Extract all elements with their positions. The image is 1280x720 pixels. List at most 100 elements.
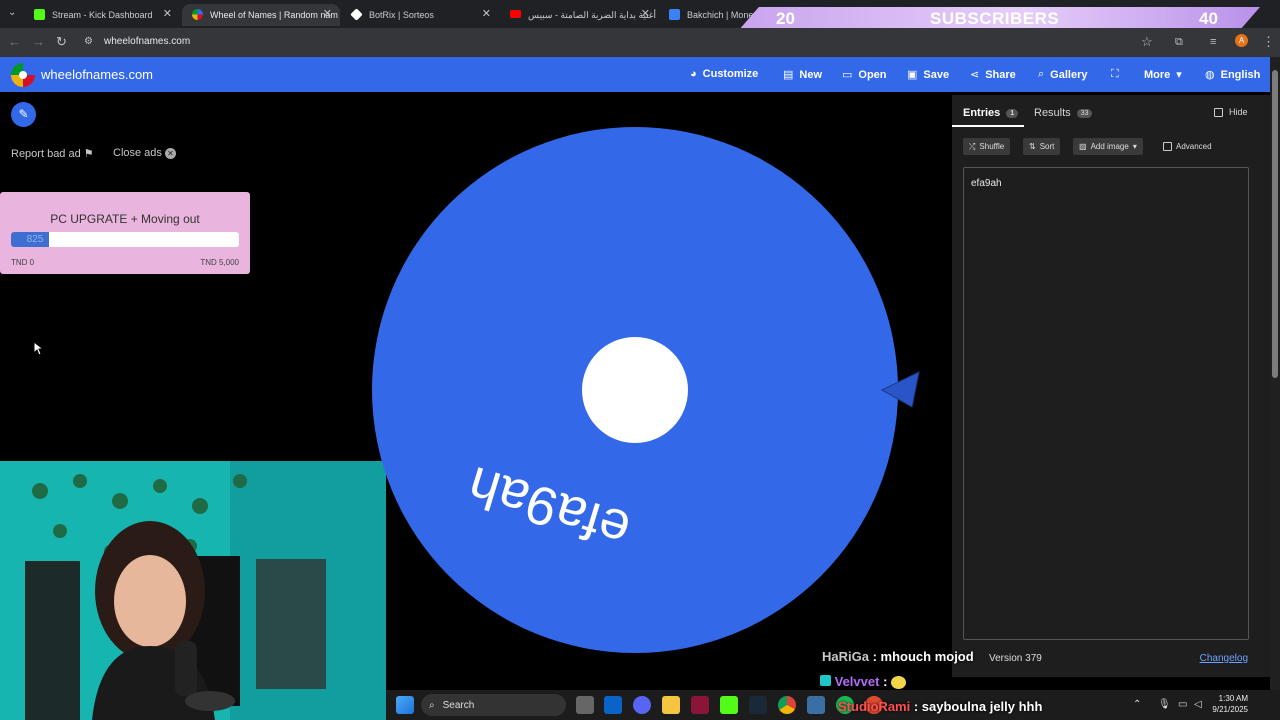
- clock-time: 1:30 AM: [1218, 694, 1248, 703]
- browser-toolbar: ← → ↻ ⚙ wheelofnames.com ☆ ⧉ ≡ A ⋮: [0, 28, 1280, 57]
- app-icon[interactable]: [807, 696, 825, 714]
- wheel-area[interactable]: efa9ah: [370, 124, 930, 659]
- add-image-label: Add image: [1090, 142, 1129, 151]
- site-info-icon[interactable]: ⚙: [84, 34, 93, 50]
- customize-button[interactable]: ◕ Customize: [690, 68, 758, 80]
- wheel-favicon-icon: [192, 9, 203, 20]
- reload-icon[interactable]: ↻: [56, 34, 67, 50]
- share-button[interactable]: ⋖ Share: [970, 68, 1016, 82]
- tab-search-icon[interactable]: ⌄: [8, 5, 16, 21]
- scrollbar-thumb[interactable]: [1272, 70, 1278, 378]
- new-label: New: [799, 68, 823, 81]
- chevron-down-icon: ▾: [1176, 69, 1182, 81]
- close-icon[interactable]: ✕: [482, 7, 491, 20]
- add-image-button[interactable]: ▨ Add image ▾: [1073, 138, 1143, 155]
- sort-label: Sort: [1039, 142, 1055, 151]
- open-button[interactable]: ▭ Open: [842, 68, 887, 82]
- steam-icon[interactable]: [749, 696, 767, 714]
- bookmark-star-icon[interactable]: ☆: [1141, 34, 1153, 50]
- wheel-logo-icon[interactable]: [11, 63, 35, 87]
- taskbar-search[interactable]: ⌕ Search: [421, 694, 566, 716]
- windows-taskbar: ⌕ Search ⌃ 🎙 ▭ ◁ 1:30 AM 9/21/2025: [386, 690, 1280, 720]
- report-bad-ad-link[interactable]: Report bad ad ⚑: [11, 147, 94, 160]
- more-label: More: [1144, 68, 1171, 81]
- new-button[interactable]: ▤ New: [783, 68, 823, 82]
- kick-icon[interactable]: [720, 696, 738, 714]
- tab-botrix[interactable]: BotRix | Sorteos ✕: [341, 4, 499, 26]
- hide-checkbox[interactable]: [1214, 107, 1223, 117]
- goal-min-label: TND 0: [11, 258, 35, 267]
- globe-icon: ◍: [1205, 69, 1215, 81]
- close-ads-link[interactable]: Close ads ✕: [113, 147, 176, 159]
- kick-favicon-icon: [34, 9, 45, 20]
- extensions-icon[interactable]: ⧉: [1175, 34, 1183, 50]
- language-label: English: [1220, 68, 1261, 81]
- chrome-icon[interactable]: [778, 696, 796, 714]
- goal-max-label: TND 5,000: [200, 258, 239, 267]
- more-button[interactable]: More ▾: [1144, 68, 1182, 82]
- save-label: Save: [923, 68, 950, 81]
- hide-toggle[interactable]: Hide: [1214, 107, 1248, 117]
- app-icon[interactable]: [691, 696, 709, 714]
- entries-tab-label: Entries: [963, 107, 1001, 119]
- volume-icon[interactable]: ◁: [1194, 697, 1202, 713]
- fullscreen-button[interactable]: ⛶: [1111, 68, 1119, 81]
- pencil-icon: ✎: [18, 107, 29, 121]
- emoji-icon: [891, 676, 907, 690]
- streamer-webcam: [0, 461, 386, 720]
- tab-results[interactable]: Results 33: [1034, 107, 1093, 119]
- discord-icon[interactable]: [633, 696, 651, 714]
- microphone-icon[interactable]: 🎙: [1158, 697, 1171, 713]
- address-bar[interactable]: wheelofnames.com: [104, 36, 190, 47]
- media-controls-icon[interactable]: ≡: [1210, 34, 1216, 50]
- results-count-badge: 33: [1076, 108, 1093, 118]
- chat-message: StudioRami : sayboulna jelly hhh: [838, 699, 1043, 714]
- close-icon[interactable]: ✕: [323, 7, 332, 20]
- entries-textarea[interactable]: efa9ah: [963, 167, 1249, 640]
- advanced-toggle[interactable]: Advanced: [1157, 138, 1218, 155]
- network-icon[interactable]: ▭: [1178, 697, 1187, 713]
- file-explorer-icon[interactable]: [662, 696, 680, 714]
- gallery-button[interactable]: ⌕ Gallery: [1038, 68, 1087, 81]
- customize-label: Customize: [702, 68, 759, 80]
- back-icon[interactable]: ←: [8, 34, 21, 50]
- spin-wheel[interactable]: efa9ah: [370, 124, 930, 659]
- forward-icon[interactable]: →: [32, 34, 45, 50]
- gallery-label: Gallery: [1050, 68, 1088, 81]
- browser-menu-icon[interactable]: ⋮: [1262, 34, 1275, 50]
- tray-chevron-icon[interactable]: ⌃: [1133, 697, 1141, 713]
- hide-label: Hide: [1229, 107, 1248, 117]
- botrix-favicon-icon: [350, 8, 363, 21]
- profile-avatar[interactable]: A: [1235, 34, 1248, 47]
- shuffle-button[interactable]: ⤮ Shuffle: [963, 138, 1011, 155]
- windows-start-icon[interactable]: [396, 696, 414, 714]
- close-icon[interactable]: ✕: [163, 7, 172, 20]
- close-icon[interactable]: ✕: [641, 7, 650, 20]
- tab-entries[interactable]: Entries 1: [963, 107, 1019, 119]
- task-view-icon[interactable]: [576, 696, 594, 714]
- tab-bakchich[interactable]: Bakchich | Monetiz: [659, 4, 759, 26]
- close-circle-icon: ✕: [164, 148, 176, 159]
- tab-youtube-song[interactable]: أغنية بداية الضربة الصامتة - سبيس ✕: [500, 4, 658, 26]
- open-label: Open: [858, 68, 887, 81]
- sort-button[interactable]: ⇅ Sort: [1023, 138, 1061, 155]
- language-button[interactable]: ◍ English: [1205, 68, 1261, 82]
- wheel-center-button[interactable]: [582, 337, 688, 443]
- changelog-link[interactable]: Changelog: [1200, 653, 1248, 664]
- chat-username: Velvvet: [834, 674, 880, 689]
- tab-label: Stream - Kick Dashboard: [52, 10, 153, 20]
- tab-kick-dashboard[interactable]: Stream - Kick Dashboard ✕: [24, 4, 180, 26]
- advanced-checkbox[interactable]: [1163, 142, 1172, 151]
- chat-text: sayboulna jelly hhh: [921, 699, 1043, 714]
- entry-line: efa9ah: [971, 178, 1002, 189]
- tab-wheel-of-names[interactable]: Wheel of Names | Random nam ✕: [182, 4, 340, 26]
- badge-icon: [820, 675, 831, 686]
- active-tab-underline: [952, 125, 1024, 127]
- site-name[interactable]: wheelofnames.com: [41, 67, 153, 82]
- edit-pencil-button[interactable]: ✎: [11, 102, 36, 127]
- system-clock[interactable]: 1:30 AM 9/21/2025: [1212, 693, 1248, 715]
- save-button[interactable]: ▣ Save: [907, 68, 950, 82]
- file-icon: ▤: [783, 69, 794, 81]
- outlook-icon[interactable]: [604, 696, 622, 714]
- chat-text: mhouch mojod: [880, 649, 974, 664]
